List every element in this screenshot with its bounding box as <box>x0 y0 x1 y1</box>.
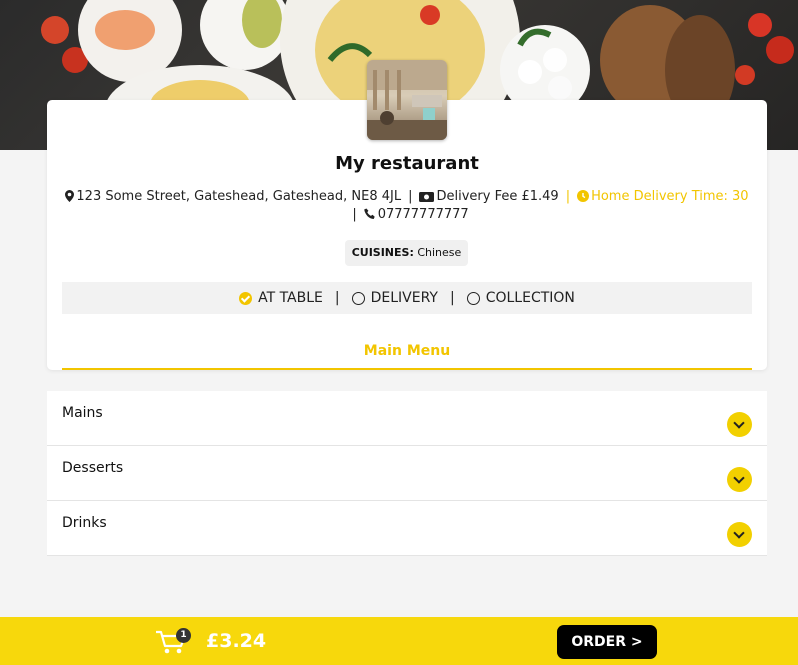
radio-icon <box>351 291 365 305</box>
cart-count-badge: 1 <box>176 628 191 643</box>
chevron-down-icon[interactable] <box>727 412 752 437</box>
mode-delivery[interactable]: DELIVERY <box>351 290 438 306</box>
restaurant-phone-line: | 07777777777 <box>352 207 469 222</box>
tab-underline <box>62 368 752 370</box>
category-label: Mains <box>62 405 103 421</box>
phone-icon <box>363 207 378 222</box>
basket-total: £3.24 <box>206 630 267 652</box>
restaurant-photo <box>367 60 447 140</box>
map-marker-icon <box>65 189 76 204</box>
category-mains[interactable]: Mains <box>47 391 767 446</box>
restaurant-card: My restaurant 123 Some Street, Gateshead… <box>47 60 767 370</box>
clock-icon <box>577 189 591 204</box>
money-icon <box>419 189 436 204</box>
address-text: 123 Some Street, Gateshead, Gateshead, N… <box>76 189 402 204</box>
menu-categories: Mains Desserts Drinks <box>47 391 767 556</box>
restaurant-info: 123 Some Street, Gateshead, Gateshead, N… <box>47 189 767 204</box>
phone-number[interactable]: 07777777777 <box>378 207 469 222</box>
category-desserts[interactable]: Desserts <box>47 446 767 501</box>
cuisines-label: CUISINES: <box>351 246 414 259</box>
basket-footer: 1 £3.24 ORDER > <box>0 617 798 665</box>
cuisines-value: Chinese <box>417 246 462 259</box>
mode-label: DELIVERY <box>370 290 438 306</box>
chevron-down-icon[interactable] <box>727 522 752 547</box>
mode-label: COLLECTION <box>485 290 575 306</box>
divider: | <box>449 290 455 306</box>
home-delivery-time-text: Home Delivery Time: 30 <box>591 189 749 204</box>
radio-icon <box>466 291 480 305</box>
tab-main-menu[interactable]: Main Menu <box>62 343 752 359</box>
divider: | <box>334 290 340 306</box>
check-circle-icon <box>239 291 253 305</box>
cuisines-badge: CUISINES: Chinese <box>345 240 468 266</box>
delivery-fee-text: Delivery Fee £1.49 <box>436 189 559 204</box>
restaurant-name: My restaurant <box>335 153 479 174</box>
chevron-down-icon[interactable] <box>727 467 752 492</box>
category-drinks[interactable]: Drinks <box>47 501 767 556</box>
mode-label: AT TABLE <box>258 290 323 306</box>
mode-collection[interactable]: COLLECTION <box>466 290 575 306</box>
order-mode-selector: AT TABLE | DELIVERY | COLLECTION <box>62 282 752 314</box>
order-button[interactable]: ORDER > <box>557 625 657 659</box>
category-label: Desserts <box>62 460 124 476</box>
mode-at-table[interactable]: AT TABLE <box>239 290 323 306</box>
category-label: Drinks <box>62 515 107 531</box>
